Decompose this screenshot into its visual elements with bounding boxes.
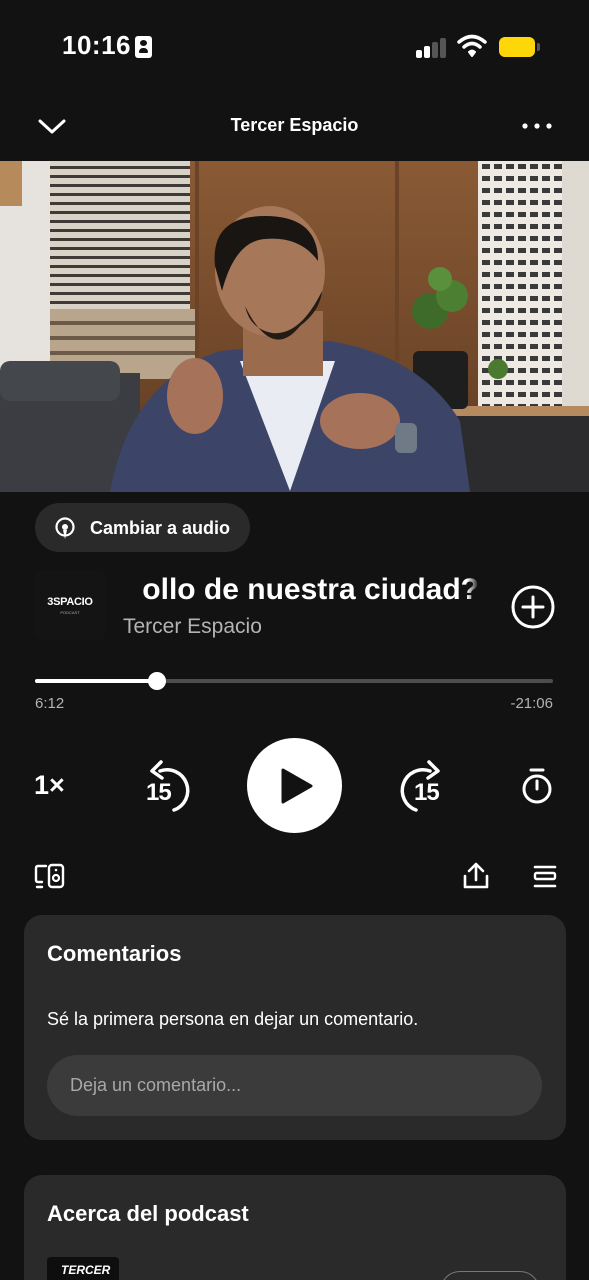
about-title: Acerca del podcast xyxy=(47,1201,249,1226)
about-podcast-card: Acerca del podcast TERCER xyxy=(24,1175,566,1280)
artwork-text: 3SPACIO xyxy=(47,596,93,608)
comments-empty-message: Sé la primera persona en dejar un coment… xyxy=(47,1009,419,1029)
episode-artwork[interactable]: 3SPACIO PODCAST xyxy=(35,570,105,640)
progress-knob[interactable] xyxy=(147,672,166,690)
podcast-artwork-text: TERCER xyxy=(61,1263,111,1277)
cellular-signal-icon xyxy=(416,36,448,58)
share-icon[interactable] xyxy=(462,861,490,891)
time-remaining: -21:06 xyxy=(510,695,553,712)
battery-icon xyxy=(499,37,540,57)
playback-speed-button[interactable]: 1× xyxy=(34,770,65,801)
artwork-subtext: PODCAST xyxy=(60,610,80,615)
video-player[interactable] xyxy=(0,161,589,492)
player-header: Tercer Espacio xyxy=(0,100,589,154)
play-button[interactable] xyxy=(247,738,342,833)
wifi-icon xyxy=(457,34,487,57)
video-frame xyxy=(0,161,589,492)
comments-card: Comentarios Sé la primera persona en dej… xyxy=(24,915,566,1140)
queue-icon[interactable] xyxy=(532,864,558,890)
skip-back-button[interactable]: 15 xyxy=(138,757,198,817)
follow-button[interactable] xyxy=(440,1271,540,1280)
skip-forward-button[interactable]: 15 xyxy=(392,757,452,817)
switch-to-audio-label: Cambiar a audio xyxy=(90,518,231,538)
more-icon[interactable] xyxy=(520,112,554,140)
comments-title: Comentarios xyxy=(47,941,182,966)
audio-podcast-icon xyxy=(55,517,75,539)
connect-device-icon[interactable] xyxy=(34,862,66,890)
add-circle-icon[interactable] xyxy=(510,584,556,630)
status-time: 10:16 xyxy=(62,30,131,60)
sleep-timer-icon[interactable] xyxy=(519,767,555,805)
skip-forward-seconds: 15 xyxy=(414,779,440,806)
podcast-artwork[interactable]: TERCER xyxy=(47,1257,119,1280)
skip-back-seconds: 15 xyxy=(146,779,172,806)
person-badge-icon xyxy=(135,36,152,58)
show-name-link[interactable]: Tercer Espacio xyxy=(123,615,262,639)
progress-bar[interactable] xyxy=(35,672,553,690)
comment-input[interactable] xyxy=(47,1055,542,1116)
episode-title-marquee: ollo de nuestra ciudad? xyxy=(123,570,479,614)
play-icon xyxy=(281,768,313,804)
time-elapsed: 6:12 xyxy=(35,695,65,712)
status-bar: 10:16 xyxy=(0,0,589,95)
progress-fill xyxy=(35,679,157,683)
switch-to-audio-button[interactable]: Cambiar a audio xyxy=(35,503,250,552)
episode-title: ollo de nuestra ciudad? xyxy=(142,573,479,606)
page-title: Tercer Espacio xyxy=(230,115,359,135)
